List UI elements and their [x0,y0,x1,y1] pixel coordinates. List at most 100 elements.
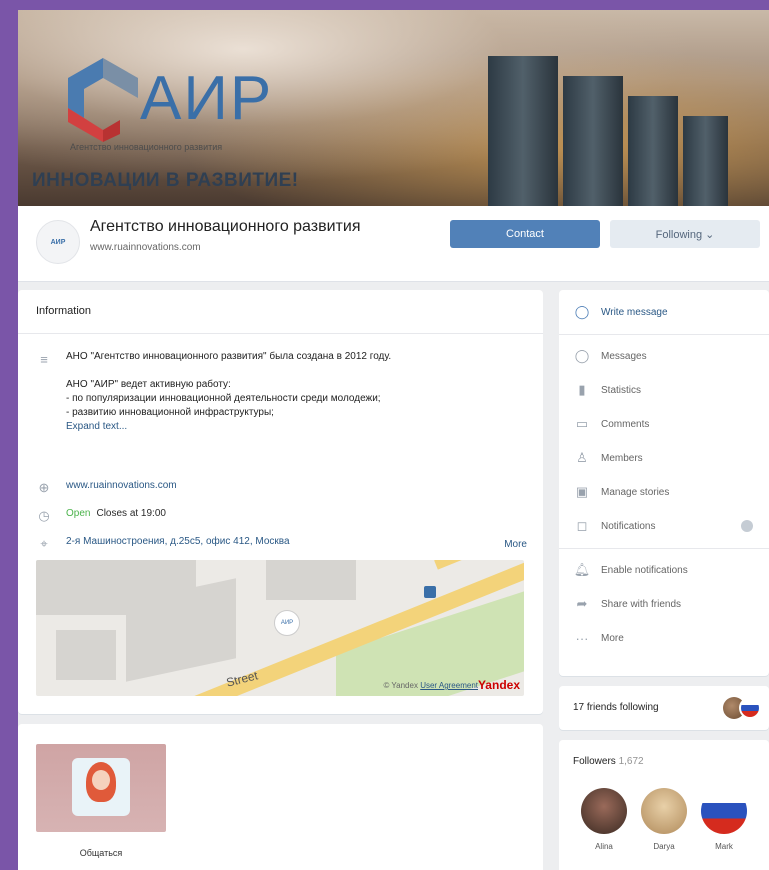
comment-icon: ▭ [575,416,589,431]
clock-icon: ◷ [38,508,50,523]
globe-icon: ⊕ [38,480,50,495]
yandex-logo: Yandex [477,678,520,692]
website-row: ⊕ www.ruainnovations.com [36,480,177,496]
description-icon: ≡ [40,352,48,367]
cover-image: АИР Агентство инновационного развития ИН… [18,10,769,206]
map-building [56,630,116,680]
community-avatar[interactable]: АИР [36,220,80,264]
menu-divider [559,548,769,549]
more-label: More [601,632,624,644]
follower-item[interactable]: Alina [579,788,629,851]
location-map[interactable]: АИР Street © Yandex User Agreement Yande… [36,560,524,696]
enable-notifications-label: Enable notifications [601,564,688,576]
information-card: Information ≡ АНО "Агентство инновационн… [18,290,543,714]
map-transit-marker [424,586,436,598]
cover-slogan: ИННОВАЦИИ В РАЗВИТИЕ! [32,170,299,191]
actions-menu: ◯ Write message ◯ Messages ▮ Statistics ▭ Co… [559,290,769,676]
open-status: Open [66,508,91,519]
followers-card: Followers 1,672 Alina Darya Mark [559,740,769,870]
ellipsis-icon: ··· [575,630,589,646]
apps-card: Общаться [18,724,543,870]
cover-logo-text: АИР [140,64,274,133]
share-arrow-icon: ➦ [576,596,588,611]
description-text: АНО "Агентство инновационного развития" … [66,350,526,434]
manage-stories-label: Manage stories [601,486,670,498]
stories-icon: ▣ [575,484,589,499]
description-line: АНО "АИР" ведет активную работу: [66,379,231,390]
members-item[interactable]: ♙ Members [573,448,763,468]
notifications-label: Notifications [601,520,656,532]
community-title: Агентство инновационного развития [90,218,361,235]
community-page: АИР Агентство инновационного развития ИН… [18,10,769,870]
followers-count: 1,672 [618,756,644,767]
followers-heading[interactable]: Followers 1,672 [573,756,644,767]
friends-following-card[interactable]: 17 friends following [559,686,769,730]
hours-row: ◷ Open Closes at 19:00 [36,508,166,524]
more-item[interactable]: ··· More [573,628,763,648]
enable-notifications-item[interactable]: 🔔︎ Enable notifications [573,560,763,580]
follower-name: Darya [653,842,675,851]
messages-item[interactable]: ◯ Messages [573,346,763,366]
map-pin-text: АИР [280,620,294,626]
app-caption[interactable]: Общаться [36,848,166,858]
expand-text-link[interactable]: Expand text... [66,420,526,434]
friends-following-label: 17 friends following [573,702,659,713]
follower-item[interactable]: Darya [639,788,689,851]
members-label: Members [601,452,643,464]
write-message-item[interactable]: ◯ Write message [573,302,763,322]
notification-square-icon: ◻ [576,518,588,533]
map-copyright: © Yandex User Agreement [383,681,478,690]
cover-tower [563,76,623,206]
map-location-pin[interactable]: АИР [274,610,300,636]
manage-stories-item[interactable]: ▣ Manage stories [573,482,763,502]
location-pin-icon: ⌖ [40,536,48,551]
statistics-item[interactable]: ▮ Statistics [573,380,763,400]
cover-tower [683,116,728,206]
messages-label: Messages [601,350,647,362]
contact-button[interactable]: Contact [450,220,600,248]
cover-tower [628,96,678,206]
message-icon: ◯ [574,348,590,363]
follower-photo [701,788,747,834]
speech-bubble-icon: ◯ [574,304,590,319]
followers-label: Followers [573,756,616,767]
follower-item[interactable]: Mark [699,788,749,851]
app-thumbnail[interactable] [36,744,166,832]
avatar-text: АИР [50,238,66,246]
notification-count-dot [741,520,753,532]
description-line: - развитию инновационной инфраструктуры; [66,407,274,418]
follower-name: Mark [715,842,733,851]
address-more-link[interactable]: More [504,539,527,550]
comments-label: Comments [601,418,650,430]
notifications-item[interactable]: ◻ Notifications [573,516,763,536]
address-row: ⌖ 2-я Машиностроения, д.25с5, офис 412, … [36,536,290,552]
menu-divider [559,334,769,335]
community-header: АИР Агентство инновационного развития ww… [18,206,769,282]
community-website[interactable]: www.ruainnovations.com [90,242,201,253]
description-line [66,364,526,378]
description-line: АНО "Агентство инновационного развития" … [66,351,392,362]
follower-photo [581,788,627,834]
share-label: Share with friends [601,598,682,610]
following-button[interactable]: Following ⌄ [610,220,760,248]
share-item[interactable]: ➦ Share with friends [573,594,763,614]
avatar-face [92,770,110,790]
cover-logo-subtitle: Агентство инновационного развития [70,142,223,152]
map-building [266,560,356,600]
map-user-agreement-link[interactable]: User Agreement [420,681,478,690]
friend-avatar [739,697,761,719]
follower-name: Alina [595,842,613,851]
info-website-link[interactable]: www.ruainnovations.com [66,480,177,491]
bar-chart-icon: ▮ [578,382,586,397]
map-copyright-text: © Yandex [383,681,418,690]
address-link[interactable]: 2-я Машиностроения, д.25с5, офис 412, Мо… [66,536,290,547]
logo-mark-icon [68,58,138,142]
cover-tower [488,56,558,206]
closing-time: Closes at 19:00 [96,508,166,519]
write-message-label: Write message [601,306,668,318]
comments-item[interactable]: ▭ Comments [573,414,763,434]
description-row: ≡ [36,352,66,368]
information-heading: Information [18,290,543,334]
person-icon: ♙ [576,450,588,465]
description-line: - по популяризации инновационной деятель… [66,393,381,404]
